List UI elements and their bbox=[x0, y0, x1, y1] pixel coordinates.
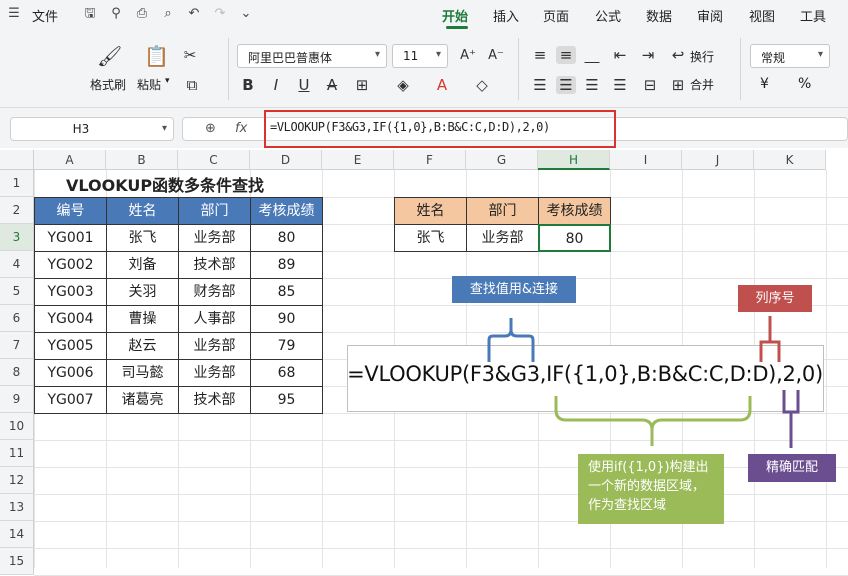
col-index-label: 列序号 bbox=[738, 285, 812, 312]
exact-match-label: 精确匹配 bbox=[748, 454, 836, 482]
annotation-formula: =VLOOKUP(F3&G3,IF({1,0},B:B&C:C,D:D),2,0… bbox=[347, 362, 823, 386]
lookup-value-label: 查找值用&连接 bbox=[452, 276, 576, 303]
if-note-label: 使用if({1,0})构建出一个新的数据区域，作为查找区域 bbox=[578, 454, 724, 524]
